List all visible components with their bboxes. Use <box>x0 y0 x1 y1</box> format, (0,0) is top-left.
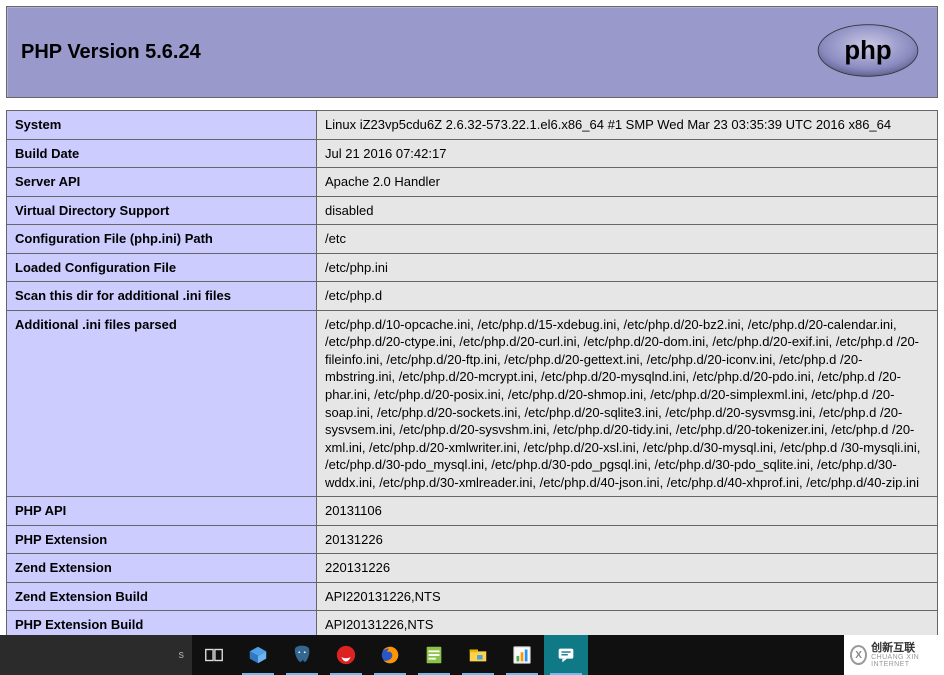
page-title: PHP Version 5.6.24 <box>21 41 201 64</box>
taskbar-app-file-explorer[interactable] <box>456 635 500 675</box>
table-row: Scan this dir for additional .ini files/… <box>7 282 938 311</box>
task-view-icon <box>203 644 225 666</box>
taskbar-app-chart[interactable] <box>500 635 544 675</box>
row-value: /etc <box>317 225 938 254</box>
row-value: 220131226 <box>317 554 938 583</box>
row-key: Additional .ini files parsed <box>7 310 317 496</box>
phpinfo-table: SystemLinux iZ23vp5cdu6Z 2.6.32-573.22.1… <box>6 110 938 669</box>
taskbar-app-red[interactable] <box>324 635 368 675</box>
file-explorer-icon <box>467 644 489 666</box>
table-row: PHP API20131106 <box>7 497 938 526</box>
red-app-icon <box>335 644 357 666</box>
phpinfo-header: PHP Version 5.6.24 php <box>6 6 938 98</box>
notepadpp-icon <box>423 644 445 666</box>
row-value: 20131226 <box>317 525 938 554</box>
table-row: Additional .ini files parsed/etc/php.d/1… <box>7 310 938 496</box>
svg-text:php: php <box>844 37 891 65</box>
taskbar-app-firefox[interactable] <box>368 635 412 675</box>
row-key: PHP API <box>7 497 317 526</box>
row-value: /etc/php.ini <box>317 253 938 282</box>
task-view-button[interactable] <box>192 635 236 675</box>
row-key: Configuration File (php.ini) Path <box>7 225 317 254</box>
row-value: Apache 2.0 Handler <box>317 168 938 197</box>
taskbar-app-box[interactable] <box>236 635 280 675</box>
taskbar-app-chat[interactable] <box>544 635 588 675</box>
watermark-en: CHUANG XIN INTERNET <box>871 654 944 668</box>
search-tail-text: s <box>179 649 185 661</box>
row-key: Build Date <box>7 139 317 168</box>
row-key: System <box>7 111 317 140</box>
firefox-icon <box>379 644 401 666</box>
row-key: Zend Extension <box>7 554 317 583</box>
chart-app-icon <box>511 644 533 666</box>
php-logo: php <box>813 23 923 81</box>
table-row: Configuration File (php.ini) Path/etc <box>7 225 938 254</box>
row-key: Zend Extension Build <box>7 582 317 611</box>
table-row: Build DateJul 21 2016 07:42:17 <box>7 139 938 168</box>
postgres-icon <box>291 644 313 666</box>
row-value: Linux iZ23vp5cdu6Z 2.6.32-573.22.1.el6.x… <box>317 111 938 140</box>
watermark-ring: X <box>850 645 867 665</box>
box-app-icon <box>247 644 269 666</box>
row-key: Server API <box>7 168 317 197</box>
row-key: Loaded Configuration File <box>7 253 317 282</box>
table-row: Virtual Directory Supportdisabled <box>7 196 938 225</box>
taskbar-search[interactable]: s <box>0 635 192 675</box>
taskbar-app-postgres[interactable] <box>280 635 324 675</box>
watermark-cn: 创新互联 <box>871 643 944 654</box>
chat-app-icon <box>555 644 577 666</box>
table-row: Server APIApache 2.0 Handler <box>7 168 938 197</box>
row-value: /etc/php.d <box>317 282 938 311</box>
row-value: disabled <box>317 196 938 225</box>
table-row: Zend Extension BuildAPI220131226,NTS <box>7 582 938 611</box>
table-row: SystemLinux iZ23vp5cdu6Z 2.6.32-573.22.1… <box>7 111 938 140</box>
row-value: Jul 21 2016 07:42:17 <box>317 139 938 168</box>
watermark: X 创新互联 CHUANG XIN INTERNET <box>844 635 944 675</box>
table-row: Zend Extension220131226 <box>7 554 938 583</box>
taskbar-app-notepadpp[interactable] <box>412 635 456 675</box>
row-key: Scan this dir for additional .ini files <box>7 282 317 311</box>
row-key: Virtual Directory Support <box>7 196 317 225</box>
table-row: Loaded Configuration File/etc/php.ini <box>7 253 938 282</box>
table-row: PHP Extension20131226 <box>7 525 938 554</box>
row-key: PHP Extension <box>7 525 317 554</box>
taskbar: s <box>0 635 944 675</box>
row-value: 20131106 <box>317 497 938 526</box>
row-value: /etc/php.d/10-opcache.ini, /etc/php.d/15… <box>317 310 938 496</box>
row-value: API220131226,NTS <box>317 582 938 611</box>
